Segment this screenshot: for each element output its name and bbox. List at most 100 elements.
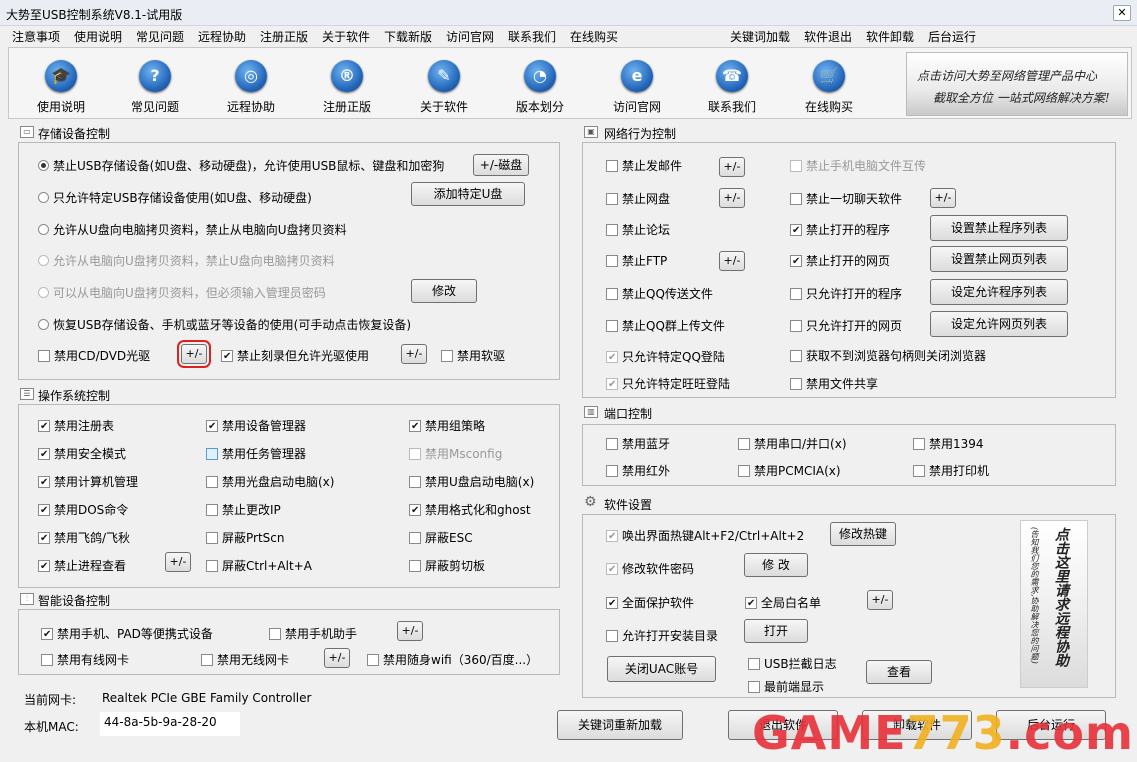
disable-msconfig-checkbox[interactable]: 禁用Msconfig [409, 445, 502, 462]
netdisk-plus-minus-button[interactable]: +/- [719, 188, 745, 208]
wireless-plus-minus-button[interactable]: +/- [324, 648, 350, 668]
modify-password-button[interactable]: 修改 [411, 279, 477, 303]
disable-portable-wifi-checkbox[interactable]: 禁用随身wifi（360/百度...） [367, 651, 538, 668]
disable-computer-mgmt-checkbox[interactable]: 禁用计算机管理 [38, 473, 138, 490]
view-log-button[interactable]: 查看 [866, 660, 932, 684]
storage-radio-usb-to-pc[interactable]: 允许从U盘向电脑拷贝资料，禁止从电脑向U盘拷贝资料 [38, 221, 347, 238]
disable-wireless-nic-checkbox[interactable]: 禁用无线网卡 [201, 651, 289, 668]
disable-dos-checkbox[interactable]: 禁用DOS命令 [38, 501, 128, 518]
process-plus-minus-button[interactable]: +/- [165, 552, 191, 572]
block-qq-group-upload-checkbox[interactable]: 禁止QQ群上传文件 [606, 317, 725, 334]
disable-phone-pad-checkbox[interactable]: 禁用手机、PAD等便携式设备 [41, 625, 213, 642]
disable-printer-checkbox[interactable]: 禁用打印机 [913, 462, 989, 479]
block-forum-checkbox[interactable]: 禁止论坛 [606, 221, 670, 238]
block-netdisk-checkbox[interactable]: 禁止网盘 [606, 190, 670, 207]
set-block-program-list-button[interactable]: 设置禁止程序列表 [930, 215, 1068, 241]
usb-block-log-checkbox[interactable]: USB拦截日志 [748, 655, 837, 672]
disable-floppy-checkbox[interactable]: 禁用软驱 [441, 347, 505, 364]
block-prtscn-checkbox[interactable]: 屏蔽PrtScn [206, 529, 285, 546]
allow-specific-wangwang-checkbox[interactable]: 只允许特定旺旺登陆 [606, 375, 730, 392]
block-ftp-checkbox[interactable]: 禁止FTP [606, 252, 667, 269]
block-esc-checkbox[interactable]: 屏蔽ESC [409, 529, 473, 546]
storage-radio-pc-to-usb[interactable]: 允许从电脑向U盘拷贝资料，禁止U盘向电脑拷贝资料 [38, 252, 335, 269]
menu-item-exit[interactable]: 软件退出 [804, 28, 852, 45]
disable-wired-nic-checkbox[interactable]: 禁用有线网卡 [41, 651, 129, 668]
set-allow-program-list-button[interactable]: 设定允许程序列表 [930, 279, 1068, 305]
disable-registry-checkbox[interactable]: 禁用注册表 [38, 417, 114, 434]
toolbar-contact-button[interactable]: ☎ 联系我们 [692, 60, 772, 115]
disable-pcmcia-checkbox[interactable]: 禁用PCMCIA(x) [738, 462, 841, 479]
toolbar-edition-button[interactable]: ◔ 版本划分 [500, 60, 580, 115]
toolbar-faq-button[interactable]: ? 常见问题 [115, 60, 195, 115]
disable-file-share-checkbox[interactable]: 禁用文件共享 [790, 375, 878, 392]
cd-plus-minus-button[interactable]: +/- [177, 340, 211, 368]
disable-1394-checkbox[interactable]: 禁用1394 [913, 435, 984, 452]
disk-plus-minus-button[interactable]: +/-磁盘 [473, 154, 529, 176]
menu-item-download[interactable]: 下载新版 [384, 28, 432, 45]
add-specific-usb-button[interactable]: 添加特定U盘 [411, 182, 525, 206]
storage-radio-specific-usb[interactable]: 只允许特定USB存储设备使用(如U盘、移动硬盘) [38, 189, 312, 206]
email-plus-minus-button[interactable]: +/- [719, 157, 745, 177]
block-clipboard-checkbox[interactable]: 屏蔽剪切板 [409, 557, 485, 574]
global-whitelist-checkbox[interactable]: 全局白名单 [745, 594, 821, 611]
chat-plus-minus-button[interactable]: +/- [930, 188, 956, 208]
menu-item-remote[interactable]: 远程协助 [198, 28, 246, 45]
storage-radio-block-usb[interactable]: 禁止USB存储设备(如U盘、移动硬盘)，允许使用USB鼠标、键盘和加密狗 [38, 157, 444, 174]
remote-assist-banner[interactable]: 点击这里请求远程协助 (告知我们您的需求,协助解决您的问题) [1020, 520, 1088, 688]
whitelist-plus-minus-button[interactable]: +/- [867, 590, 893, 610]
menu-item-manual[interactable]: 使用说明 [74, 28, 122, 45]
toolbar-register-button[interactable]: ® 注册正版 [307, 60, 387, 115]
disable-serial-port-checkbox[interactable]: 禁用串口/并口(x) [738, 435, 847, 452]
menu-item-website[interactable]: 访问官网 [446, 28, 494, 45]
menu-item-buy[interactable]: 在线购买 [570, 28, 618, 45]
disable-device-manager-checkbox[interactable]: 禁用设备管理器 [206, 417, 306, 434]
disable-group-policy-checkbox[interactable]: 禁用组策略 [409, 417, 485, 434]
mac-field[interactable]: 44-8a-5b-9a-28-20 [100, 712, 240, 736]
menu-item-background[interactable]: 后台运行 [928, 28, 976, 45]
close-button[interactable]: ✕ [1113, 5, 1131, 21]
block-webpages-checkbox[interactable]: 禁止打开的网页 [790, 252, 890, 269]
reload-keywords-button[interactable]: 关键词重新加载 [557, 710, 683, 740]
block-phone-transfer-checkbox[interactable]: 禁止手机电脑文件互传 [790, 157, 926, 174]
disable-phone-assistant-checkbox[interactable]: 禁用手机助手 [269, 625, 357, 642]
menu-item-about[interactable]: 关于软件 [322, 28, 370, 45]
allow-install-dir-checkbox[interactable]: 允许打开安装目录 [606, 627, 718, 644]
burn-plus-minus-button[interactable]: +/- [401, 344, 427, 364]
toolbar-remote-button[interactable]: ◎ 远程协助 [211, 60, 291, 115]
allow-webpages-checkbox[interactable]: 只允许打开的网页 [790, 317, 902, 334]
menu-item-notes[interactable]: 注意事项 [12, 28, 60, 45]
block-email-checkbox[interactable]: 禁止发邮件 [606, 157, 682, 174]
modify-password-checkbox[interactable]: 修改软件密码 [606, 560, 694, 577]
block-burn-checkbox[interactable]: 禁止刻录但允许光驱使用 [221, 347, 369, 364]
menu-item-contact[interactable]: 联系我们 [508, 28, 556, 45]
set-block-webpage-list-button[interactable]: 设置禁止网页列表 [930, 246, 1068, 272]
close-browser-checkbox[interactable]: 获取不到浏览器句柄则关闭浏览器 [790, 347, 986, 364]
block-qq-file-checkbox[interactable]: 禁止QQ传送文件 [606, 285, 713, 302]
toolbar-buy-button[interactable]: 🛒 在线购买 [789, 60, 869, 115]
product-center-banner[interactable]: 点击访问大势至网络管理产品中心 截取全方位 一站式网络解决方案! [906, 52, 1128, 116]
block-process-view-checkbox[interactable]: 禁止进程查看 [38, 557, 126, 574]
disable-cd-boot-checkbox[interactable]: 禁用光盘启动电脑(x) [206, 473, 334, 490]
menu-item-keyword-load[interactable]: 关键词加载 [730, 28, 790, 45]
block-ctrl-alt-a-checkbox[interactable]: 屏蔽Ctrl+Alt+A [206, 557, 312, 574]
disable-usb-boot-checkbox[interactable]: 禁用U盘启动电脑(x) [409, 473, 534, 490]
menu-item-uninstall[interactable]: 软件卸载 [866, 28, 914, 45]
storage-radio-restore[interactable]: 恢复USB存储设备、手机或蓝牙等设备的使用(可手动点击恢复设备) [38, 316, 411, 333]
hotkey-checkbox[interactable]: 唤出界面热键Alt+F2/Ctrl+Alt+2 [606, 527, 804, 544]
open-install-dir-button[interactable]: 打开 [744, 619, 808, 643]
toolbar-website-button[interactable]: e 访问官网 [597, 60, 677, 115]
disable-safe-mode-checkbox[interactable]: 禁用安全模式 [38, 445, 126, 462]
disable-feige-checkbox[interactable]: 禁用飞鸽/飞秋 [38, 529, 130, 546]
disable-infrared-checkbox[interactable]: 禁用红外 [606, 462, 670, 479]
allow-specific-qq-checkbox[interactable]: 只允许特定QQ登陆 [606, 348, 725, 365]
menu-item-register[interactable]: 注册正版 [260, 28, 308, 45]
disable-format-ghost-checkbox[interactable]: 禁用格式化和ghost [409, 501, 531, 518]
menu-item-faq[interactable]: 常见问题 [136, 28, 184, 45]
toolbar-manual-button[interactable]: 🎓 使用说明 [21, 60, 101, 115]
toolbar-about-button[interactable]: ✎ 关于软件 [404, 60, 484, 115]
set-allow-webpage-list-button[interactable]: 设定允许网页列表 [930, 311, 1068, 337]
modify-hotkey-button[interactable]: 修改热键 [830, 522, 896, 546]
topmost-checkbox[interactable]: 最前端显示 [748, 678, 824, 695]
ftp-plus-minus-button[interactable]: +/- [719, 251, 745, 271]
block-programs-checkbox[interactable]: 禁止打开的程序 [790, 221, 890, 238]
